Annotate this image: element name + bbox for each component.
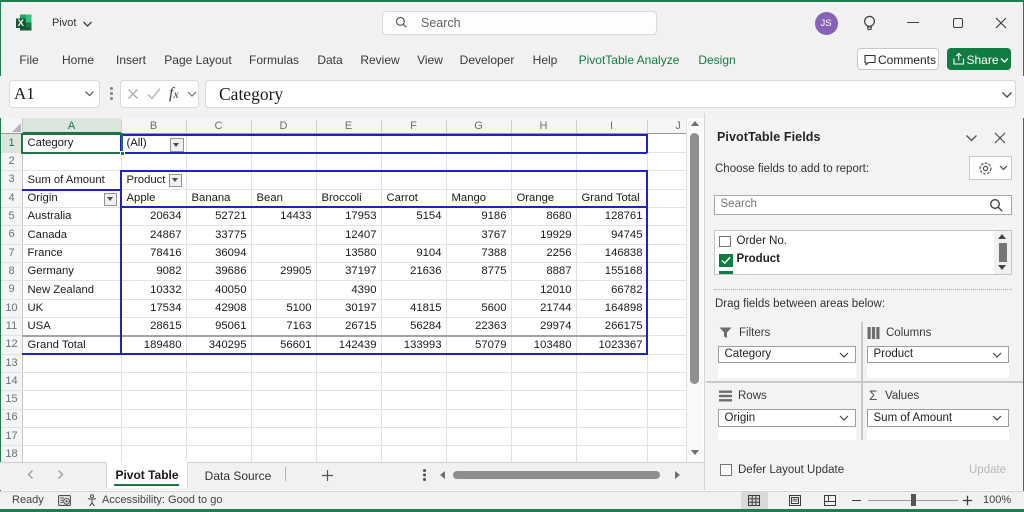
svg-text:X: X (18, 18, 25, 29)
